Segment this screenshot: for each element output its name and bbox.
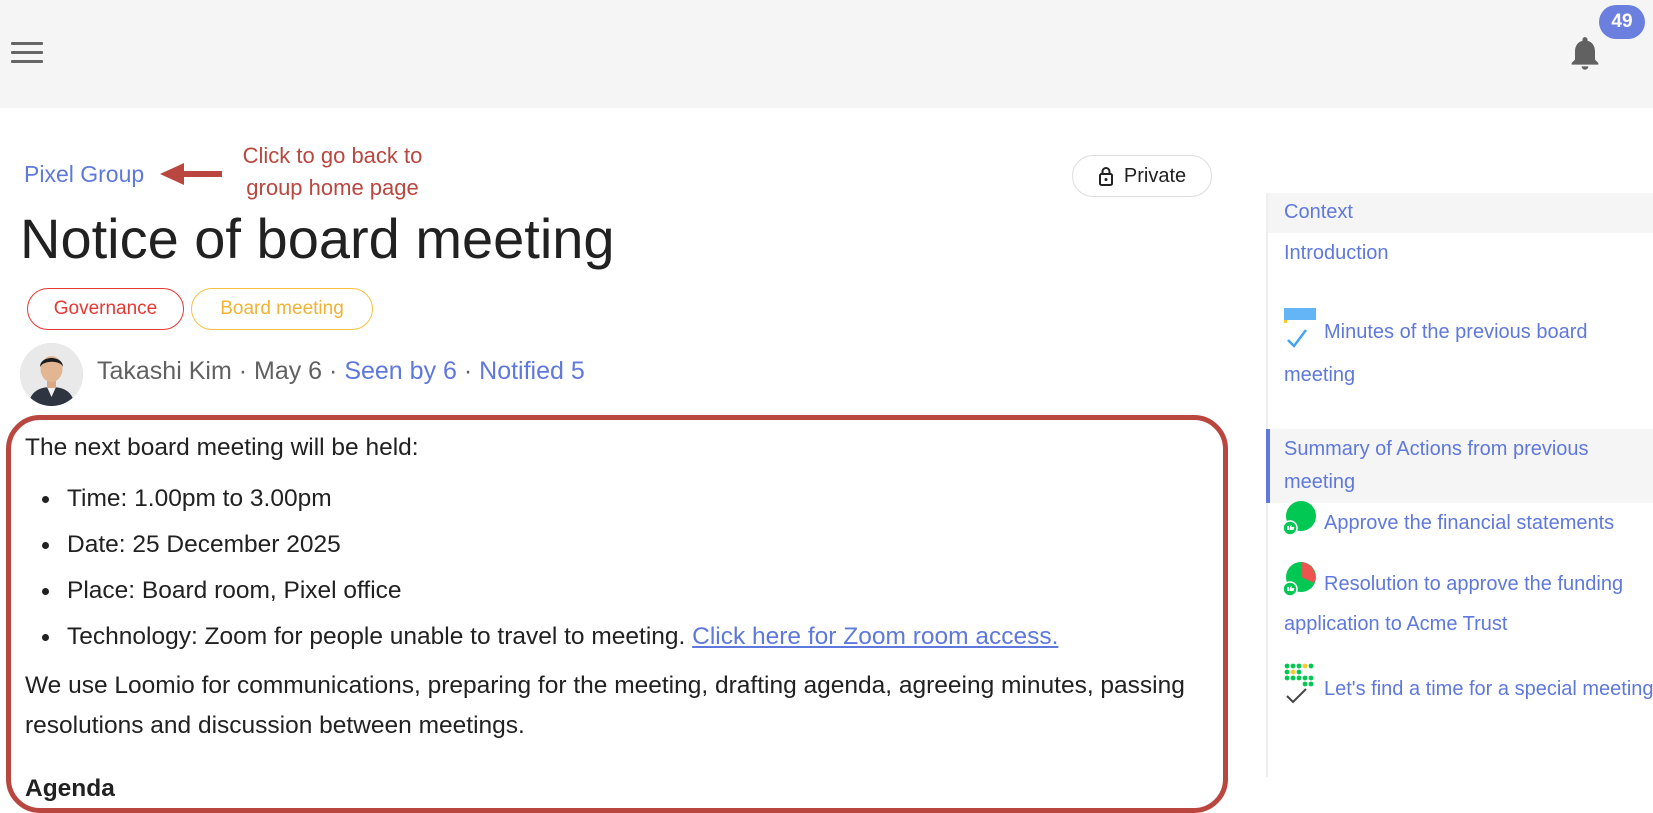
time-poll-icon (1284, 663, 1316, 716)
author-name[interactable]: Takashi Kim (97, 357, 232, 385)
annotation-text: Click to go back to group home page (220, 140, 445, 204)
lock-icon (1098, 167, 1113, 186)
meta-separator: · (463, 357, 473, 385)
list-item: Time: 1.00pm to 3.00pm (25, 476, 1215, 522)
toc-approve-label: Approve the financial statements (1324, 511, 1615, 534)
list-item: Place: Board room, Pixel office (25, 568, 1215, 614)
avatar[interactable] (20, 343, 83, 406)
toc-minutes[interactable]: Minutes of the previous board meeting (1268, 306, 1653, 392)
tag-governance[interactable]: Governance (27, 288, 184, 330)
bell-icon[interactable] (1565, 32, 1605, 74)
toc-minutes-label: Minutes of the previous board meeting (1284, 320, 1588, 386)
toc-special[interactable]: Let's find a time for a special meeting (1268, 663, 1653, 716)
notified-link[interactable]: Notified 5 (479, 357, 585, 385)
seen-by-link[interactable]: Seen by 6 (344, 357, 457, 385)
annotation-line-2: group home page (246, 175, 419, 200)
meta-separator: · (329, 357, 338, 385)
thread-body: The next board meeting will be held: Tim… (25, 428, 1215, 808)
toc-context[interactable]: Context (1268, 193, 1653, 233)
notification-count-badge[interactable]: 49 (1599, 5, 1645, 39)
hamburger-menu-icon[interactable] (11, 42, 43, 66)
group-link[interactable]: Pixel Group (24, 161, 144, 188)
thread-meta: Takashi Kim · May 6 · Seen by 6 · Notifi… (97, 357, 585, 386)
body-paragraph: We use Loomio for communications, prepar… (25, 672, 1185, 739)
thread-sidebar-toc: Context Introduction Minutes of the prev… (1266, 193, 1653, 777)
privacy-label: Private (1123, 164, 1187, 187)
list-item: Technology: Zoom for people unable to tr… (25, 614, 1215, 660)
toc-resolution[interactable]: Resolution to approve the funding applic… (1268, 561, 1653, 641)
annotation-line-1: Click to go back to (242, 143, 423, 168)
meta-separator: · (238, 357, 248, 385)
agenda-heading: Agenda (25, 775, 115, 802)
meeting-details-list: Time: 1.00pm to 3.00pm Date: 25 December… (25, 476, 1215, 660)
zoom-link[interactable]: Click here for Zoom room access. (692, 623, 1058, 650)
tag-board-meeting[interactable]: Board meeting (191, 288, 373, 330)
page-title: Notice of board meeting (20, 207, 615, 270)
toc-summary[interactable]: Summary of Actions from previous meeting (1266, 429, 1653, 503)
toc-approve[interactable]: Approve the financial statements (1268, 500, 1653, 547)
proposal-checklist-icon (1284, 306, 1316, 359)
toc-special-label: Let's find a time for a special meeting (1324, 677, 1653, 700)
poll-result-icon (1282, 500, 1316, 547)
poll-result-icon (1282, 561, 1316, 608)
thread-date: May 6 (254, 357, 323, 385)
annotation-highlight-box: The next board meeting will be held: Tim… (6, 415, 1228, 813)
toc-resolution-label: Resolution to approve the funding applic… (1284, 572, 1624, 635)
list-item: Date: 25 December 2025 (25, 522, 1215, 568)
toc-introduction[interactable]: Introduction (1268, 237, 1653, 270)
annotation-arrow-icon (160, 163, 222, 185)
top-bar: 49 (0, 0, 1653, 108)
privacy-button[interactable]: Private (1072, 155, 1212, 197)
body-intro: The next board meeting will be held: (25, 434, 419, 461)
